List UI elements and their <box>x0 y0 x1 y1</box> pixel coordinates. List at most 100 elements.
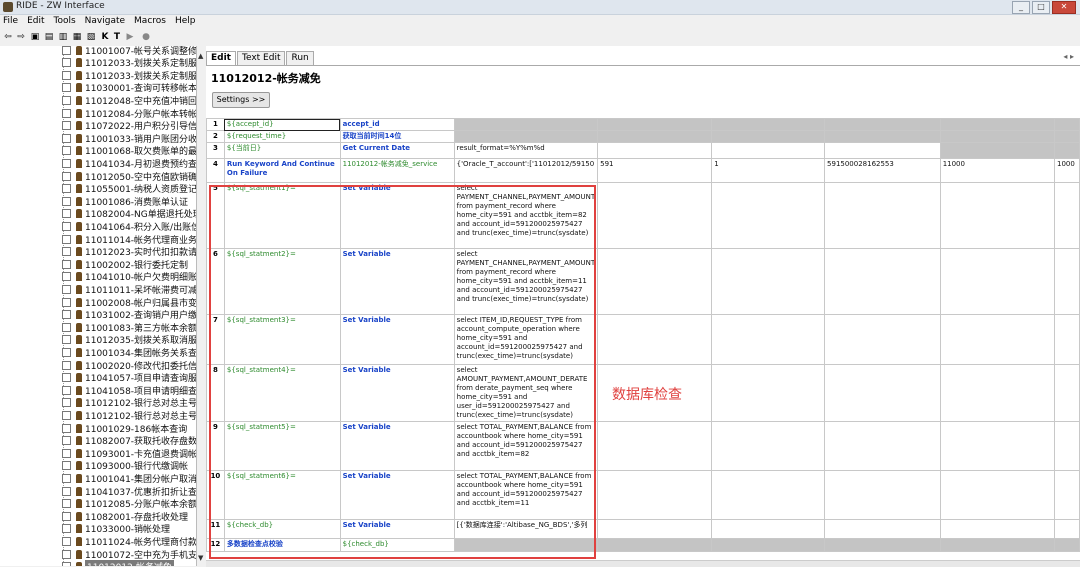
tree-item[interactable]: 11093001-卡充值退费调帐 <box>62 447 196 460</box>
report-icon[interactable]: ▧ <box>86 32 96 43</box>
tree-item[interactable]: 11011014-帐务代理商业务受 <box>62 233 196 246</box>
tree-checkbox[interactable] <box>62 549 71 559</box>
grid-cell[interactable] <box>824 519 941 539</box>
grid-cell[interactable] <box>824 364 941 422</box>
grid-cell[interactable]: 多数据检查点校验 <box>223 538 341 552</box>
tree-item[interactable]: 11012085-分账户帐本余额转 <box>62 498 196 510</box>
grid-cell[interactable] <box>1054 142 1080 159</box>
tree-checkbox[interactable] <box>62 373 71 383</box>
grid-cell[interactable]: select ITEM_ID,REQUEST_TYPE from account… <box>453 314 599 365</box>
grid-cell[interactable] <box>711 421 826 471</box>
grid-cell[interactable] <box>824 142 941 159</box>
tab-text-edit[interactable]: Text Edit <box>236 51 286 65</box>
tree-checkbox[interactable] <box>62 83 71 93</box>
tree-checkbox[interactable] <box>62 121 71 131</box>
menu-tools[interactable]: Tools <box>51 15 82 28</box>
grid-cell[interactable] <box>597 519 713 539</box>
grid-cell[interactable]: ${当前日} <box>223 142 341 159</box>
tree-checkbox[interactable] <box>62 284 71 294</box>
tree-checkbox[interactable] <box>62 448 71 458</box>
grid-cell[interactable]: 591 <box>597 158 713 183</box>
grid-cell[interactable]: {'Oracle_T_account':['11012012/59150 <box>453 158 599 183</box>
grid-cell[interactable] <box>1054 182 1080 249</box>
grid-cell[interactable] <box>453 118 599 131</box>
grid-cell[interactable] <box>1054 519 1080 539</box>
grid-cell[interactable]: 1 <box>711 158 826 183</box>
tree-item[interactable]: 11072022-用户积分引导信息 <box>62 120 196 132</box>
grid-cell[interactable] <box>597 421 713 471</box>
tree-item[interactable]: 11012102-银行总对总主号用 <box>62 409 196 422</box>
tree-item[interactable]: 11012012-帐务减免 <box>62 560 175 566</box>
tree-checkbox[interactable] <box>62 461 71 471</box>
menu-macros[interactable]: Macros <box>131 15 172 28</box>
grid-cell[interactable] <box>711 538 826 552</box>
tree-item[interactable]: 11041037-优惠折扣折让查询 <box>62 485 196 498</box>
grid-cell[interactable]: ${request_time} <box>223 130 341 143</box>
tree-checkbox[interactable] <box>62 221 71 231</box>
minimize-button[interactable]: _ <box>1012 1 1030 14</box>
grid-cell[interactable] <box>711 470 826 520</box>
grid-cell[interactable]: accept_id <box>339 118 455 131</box>
grid-cell[interactable]: ${sql_statment2}= <box>223 248 341 315</box>
tree-checkbox[interactable] <box>62 486 71 496</box>
tree-checkbox[interactable] <box>62 146 71 156</box>
menu-file[interactable]: File <box>0 15 24 28</box>
search-keywords-icon[interactable]: K <box>100 32 110 43</box>
tree-item[interactable]: 11002020-修改代扣委托信息 <box>62 359 196 372</box>
tree-item[interactable]: 11031002-查询销户用户缴费 <box>62 309 196 321</box>
tab-edit[interactable]: Edit <box>206 51 236 65</box>
grid-cell[interactable] <box>1054 118 1080 131</box>
scroll-up-icon[interactable]: ▲ <box>198 52 203 60</box>
tree-checkbox[interactable] <box>62 499 71 509</box>
tree-checkbox[interactable] <box>62 473 71 483</box>
tree-item[interactable]: 11001033-销用户账团分收 <box>62 132 196 145</box>
tree-item[interactable]: 11001029-186帐本查询 <box>62 422 187 435</box>
grid-cell[interactable] <box>939 118 1056 131</box>
grid-cell[interactable]: Set Variable <box>339 182 455 249</box>
tree-checkbox[interactable] <box>62 297 71 307</box>
tree-item[interactable]: 11001083-第三方帐本余额查 <box>62 321 196 334</box>
tree-item[interactable]: 11001041-集团分帐户取消 <box>62 472 196 485</box>
grid-cell[interactable]: [{'数据库连接':'Altibase_NG_BDS','多列 <box>453 519 599 539</box>
tree-checkbox[interactable] <box>62 95 71 105</box>
tree-item[interactable]: 11082007-获取托收存盘数据 <box>62 435 196 447</box>
grid-cell[interactable] <box>939 314 1056 365</box>
grid-cell[interactable] <box>1054 470 1080 520</box>
grid-cell[interactable] <box>597 470 713 520</box>
search-tests-icon[interactable]: T <box>112 32 122 43</box>
grid-cell[interactable] <box>711 130 826 143</box>
grid-cell[interactable]: ${sql_statment6}= <box>223 470 341 520</box>
tree-checkbox[interactable] <box>62 184 71 194</box>
grid-cell[interactable]: 获取当前时间14位 <box>339 130 455 143</box>
tree-item[interactable]: 11012102-银行总对总主号用 <box>62 397 196 409</box>
tree-checkbox[interactable] <box>62 335 71 345</box>
grid-cell[interactable] <box>711 142 826 159</box>
grid-cell[interactable] <box>1054 248 1080 315</box>
grid-cell[interactable]: result_format=%Y%m%d <box>453 142 599 159</box>
grid-cell[interactable] <box>824 182 941 249</box>
tree-checkbox[interactable] <box>62 423 71 433</box>
grid-cell[interactable] <box>597 142 713 159</box>
menu-help[interactable]: Help <box>172 15 202 28</box>
tree-item[interactable]: 11001034-集团帐务关系查询 <box>62 346 196 359</box>
tree-checkbox[interactable] <box>62 209 71 219</box>
tree-checkbox[interactable] <box>62 133 71 143</box>
tree-item[interactable]: 11055001-纳税人资质登记服 <box>62 183 196 195</box>
grid-cell[interactable] <box>939 142 1056 159</box>
menu-navigate[interactable]: Navigate <box>82 15 131 28</box>
tab-scroll-icon[interactable]: ◂ ▸ <box>1063 52 1074 61</box>
save-all-icon[interactable]: ▦ <box>72 32 82 43</box>
grid-cell[interactable] <box>597 538 713 552</box>
tree-item[interactable]: 11001072-空中充为手机支付 <box>62 548 196 561</box>
maximize-button[interactable]: □ <box>1032 1 1050 14</box>
tree-checkbox[interactable] <box>62 385 71 395</box>
grid-cell[interactable]: select AMOUNT_PAYMENT,AMOUNT_DERATE from… <box>453 364 599 422</box>
settings-button[interactable]: Settings >> <box>212 92 270 108</box>
grid-cell[interactable]: ${sql_statment3}= <box>223 314 341 365</box>
grid-cell[interactable] <box>711 314 826 365</box>
forward-icon[interactable]: ⇨ <box>16 32 26 43</box>
tree-item[interactable]: 11041010-帐户欠费明细账单 <box>62 271 196 283</box>
close-button[interactable]: ✕ <box>1052 1 1076 14</box>
tree-checkbox[interactable] <box>62 108 71 118</box>
grid-cell[interactable] <box>824 248 941 315</box>
